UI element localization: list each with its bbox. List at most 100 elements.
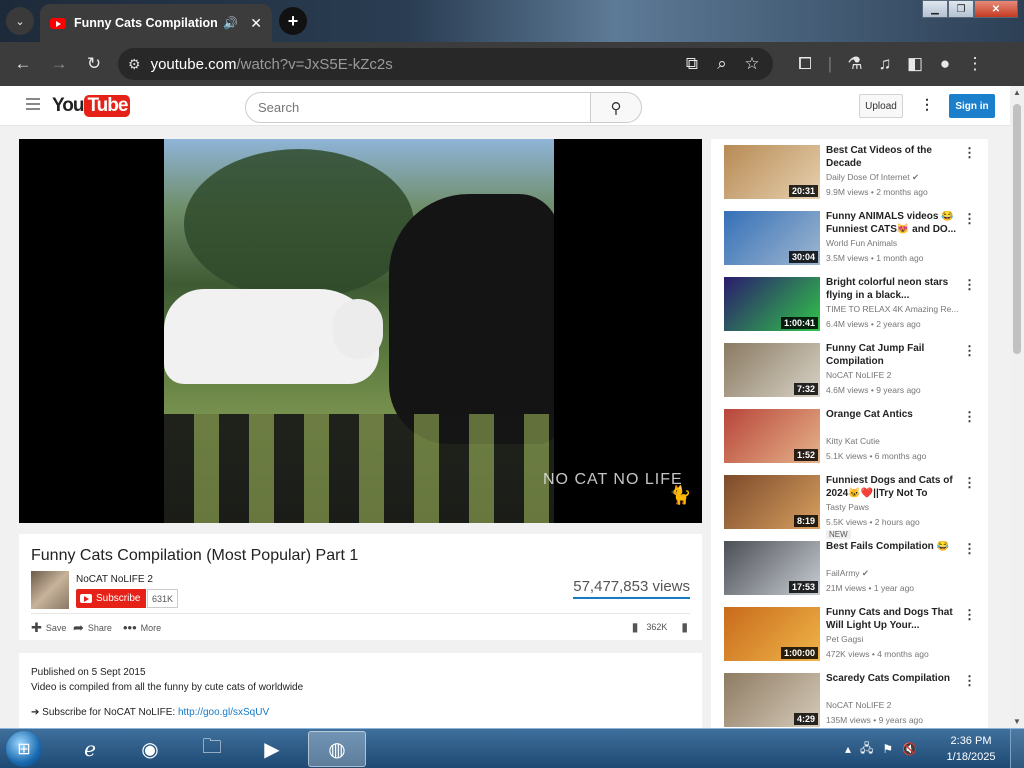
recommendation-title[interactable]: Scaredy Cats Compilation (826, 673, 958, 686)
scrollbar-thumb[interactable] (1013, 104, 1021, 354)
chrome-taskbar-icon[interactable]: ◍ (308, 731, 366, 767)
video-player[interactable]: NO CAT NO LIFE 🐈 (19, 139, 702, 523)
upload-button[interactable]: Upload (859, 94, 903, 118)
channel-name-link[interactable]: NoCAT NoLIFE 2 (76, 574, 153, 585)
recommendation-item[interactable]: 1:00:41 Bright colorful neon stars flying… (724, 277, 984, 337)
media-control-icon[interactable]: ♫ (870, 49, 900, 79)
taskbar-clock[interactable]: 2:36 PM 1/18/2025 (944, 733, 998, 765)
recommendation-item[interactable]: 20:31 Best Cat Videos of the Decade Daily … (724, 145, 984, 205)
action-center-flag-icon[interactable]: ⚑ (882, 742, 893, 756)
minimize-button[interactable]: ▁ (922, 0, 948, 18)
browser-menu-kebab-icon[interactable]: ⋮ (960, 49, 990, 79)
thumbs-up-icon[interactable]: ▮ (632, 620, 639, 634)
show-desktop-button[interactable] (1010, 729, 1024, 768)
youtube-logo[interactable]: You Tube (52, 95, 131, 117)
subscribe-url-link[interactable]: http://goo.gl/sxSqUV (178, 707, 269, 718)
recommendation-thumbnail[interactable]: 4:29 (724, 673, 820, 727)
recommendation-title[interactable]: Funny Cat Jump Fail Compilation (826, 343, 958, 368)
recommendation-title[interactable]: Best Cat Videos of the Decade (826, 145, 958, 170)
recommendation-item[interactable]: 4:29 Scaredy Cats Compilation NoCAT NoLIFE… (724, 673, 984, 728)
recommendation-channel[interactable]: TIME TO RELAX 4K Amazing Re... (826, 304, 962, 314)
recommendation-title[interactable]: Funny ANIMALS videos 😂 Funniest CATS😻 an… (826, 211, 958, 236)
search-input[interactable] (245, 92, 591, 123)
volume-muted-icon[interactable]: 🔇 (902, 742, 917, 756)
network-icon[interactable]: 🖧 (860, 739, 873, 760)
recommendation-more-kebab-icon[interactable]: ⋮ (963, 211, 976, 227)
guide-menu-icon[interactable] (26, 98, 40, 113)
new-tab-button[interactable]: + (279, 7, 307, 35)
recommendation-thumbnail[interactable]: 1:00:41 (724, 277, 820, 331)
recommendation-item[interactable]: 7:32 Funny Cat Jump Fail Compilation NoCAT… (724, 343, 984, 403)
side-panel-icon[interactable]: ◧ (900, 49, 930, 79)
file-explorer-icon[interactable]: 🗀 (186, 731, 238, 767)
recommendation-channel[interactable]: Kitty Kat Cutie (826, 436, 962, 446)
more-button[interactable]: ••• More (123, 620, 161, 635)
zoom-icon[interactable]: ⌕ (707, 49, 737, 79)
recommendation-more-kebab-icon[interactable]: ⋮ (963, 541, 976, 557)
recommendation-channel[interactable]: Tasty Paws (826, 502, 962, 512)
recommendation-channel[interactable]: NoCAT NoLIFE 2 (826, 370, 962, 380)
recommendation-channel[interactable]: Daily Dose Of Internet ✔ (826, 172, 962, 183)
window-close-button[interactable]: ✕ (974, 0, 1018, 18)
recommendation-more-kebab-icon[interactable]: ⋮ (963, 607, 976, 623)
maximize-button[interactable]: ❐ (948, 0, 974, 18)
share-button[interactable]: ➦ Share (73, 620, 112, 636)
recommendation-channel[interactable]: FailArmy ✔ (826, 568, 962, 579)
scroll-down-icon[interactable]: ▼ (1013, 717, 1021, 726)
browser-tab-active[interactable]: Funny Cats Compilation (M 🔊 ✕ (40, 4, 272, 42)
search-button[interactable]: ⚲ (590, 92, 642, 123)
extensions-puzzle-icon[interactable]: ⧠ (790, 49, 820, 79)
site-info-icon[interactable]: ⚙ (128, 56, 141, 73)
recommendation-item[interactable]: 30:04 Funny ANIMALS videos 😂 Funniest CAT… (724, 211, 984, 271)
page-scrollbar[interactable]: ▲ ▼ (1010, 86, 1024, 728)
settings-kebab-icon[interactable]: ⋮ (920, 96, 934, 113)
forward-arrow-icon[interactable]: → (44, 49, 74, 79)
profile-avatar-icon[interactable]: ● (930, 49, 960, 79)
subscribe-button[interactable]: Subscribe (76, 589, 146, 608)
recommendation-title[interactable]: Orange Cat Antics (826, 409, 958, 422)
recommendation-channel[interactable]: World Fun Animals (826, 238, 962, 248)
address-bar[interactable]: ⚙ youtube.com/watch?v=JxS5E-kZc2s ⧉ ⌕ ☆ (118, 48, 773, 80)
recommendation-more-kebab-icon[interactable]: ⋮ (963, 673, 976, 689)
recommendation-item[interactable]: 1:00:00 Funny Cats and Dogs That Will Lig… (724, 607, 984, 667)
install-app-icon[interactable]: ⧉ (677, 49, 707, 79)
recommendation-title[interactable]: Bright colorful neon stars flying in a b… (826, 277, 958, 302)
start-button[interactable]: ⊞ (6, 731, 42, 767)
recommendation-more-kebab-icon[interactable]: ⋮ (963, 277, 976, 293)
save-button[interactable]: ✚ Save (31, 620, 66, 636)
recommendation-thumbnail[interactable]: 1:52 (724, 409, 820, 463)
recommendation-channel[interactable]: Pet Gagsi (826, 634, 962, 644)
thumbs-down-icon[interactable]: ▮ (681, 620, 688, 634)
tab-close-icon[interactable]: ✕ (250, 15, 262, 32)
recommendation-item[interactable]: 17:53 Best Fails Compilation 😂 FailArmy ✔ 2… (724, 541, 984, 601)
recommendation-thumbnail[interactable]: 20:31 (724, 145, 820, 199)
recommendation-item[interactable]: 8:19 Funniest Dogs and Cats of 2024🐱❤️||T… (724, 475, 984, 539)
media-player-icon[interactable]: ▶ (246, 731, 298, 767)
recommendation-channel[interactable]: NoCAT NoLIFE 2 (826, 700, 962, 710)
scroll-up-icon[interactable]: ▲ (1013, 88, 1021, 97)
speaker-icon[interactable]: 🔊 (223, 16, 238, 30)
channel-avatar[interactable] (31, 571, 69, 609)
back-arrow-icon[interactable]: ← (8, 49, 38, 79)
recommendation-title[interactable]: Funny Cats and Dogs That Will Light Up Y… (826, 607, 958, 632)
recommendation-thumbnail[interactable]: 1:00:00 (724, 607, 820, 661)
tab-search-dropdown-button[interactable]: ⌄ (6, 7, 34, 35)
tray-expand-icon[interactable]: ▴ (845, 742, 851, 756)
recommendation-more-kebab-icon[interactable]: ⋮ (963, 145, 976, 161)
internet-explorer-icon[interactable]: ℯ (64, 731, 116, 767)
recommendation-item[interactable]: 1:52 Orange Cat Antics Kitty Kat Cutie 5.1K… (724, 409, 984, 469)
recommendation-thumbnail[interactable]: 30:04 (724, 211, 820, 265)
recommendation-thumbnail[interactable]: 7:32 (724, 343, 820, 397)
sign-in-button[interactable]: Sign in (949, 94, 995, 118)
reload-icon[interactable]: ↻ (79, 49, 109, 79)
recommendation-thumbnail[interactable]: 17:53 (724, 541, 820, 595)
labs-flask-icon[interactable]: ⚗ (840, 49, 870, 79)
recommendation-more-kebab-icon[interactable]: ⋮ (963, 409, 976, 425)
firefox-icon[interactable]: ◉ (124, 731, 176, 767)
recommendation-title[interactable]: Best Fails Compilation 😂 (826, 541, 958, 554)
recommendation-thumbnail[interactable]: 8:19 (724, 475, 820, 529)
recommendation-title[interactable]: Funniest Dogs and Cats of 2024🐱❤️||Try N… (826, 475, 958, 500)
recommendation-more-kebab-icon[interactable]: ⋮ (963, 343, 976, 359)
bookmark-star-icon[interactable]: ☆ (737, 49, 767, 79)
recommendation-more-kebab-icon[interactable]: ⋮ (963, 475, 976, 491)
